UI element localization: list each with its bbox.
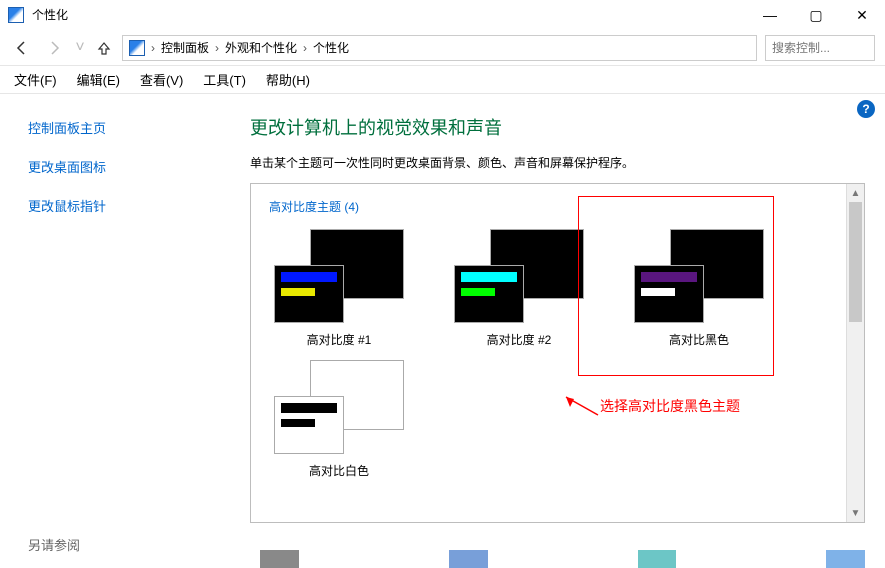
theme-preview — [454, 229, 584, 323]
chevron-right-icon: › — [151, 41, 155, 55]
themes-panel: 高对比度主题 (4) 高对比度 #1 高对 — [250, 183, 865, 523]
footer-icon — [826, 550, 865, 568]
breadcrumb-group[interactable]: 外观和个性化 — [225, 39, 297, 56]
theme-preview — [274, 360, 404, 454]
menu-help[interactable]: 帮助(H) — [266, 70, 310, 89]
sidebar-see-also: 另请参阅 — [28, 535, 230, 554]
breadcrumb-root[interactable]: 控制面板 — [161, 39, 209, 56]
breadcrumb-page[interactable]: 个性化 — [313, 39, 349, 56]
menu-file[interactable]: 文件(F) — [14, 70, 57, 89]
window-icon — [8, 7, 24, 23]
sidebar-mouse-pointer-link[interactable]: 更改鼠标指针 — [28, 196, 230, 215]
annotation-text: 选择高对比度黑色主题 — [600, 396, 740, 416]
theme-label: 高对比黑色 — [629, 331, 769, 348]
section-title: 高对比度主题 (4) — [269, 198, 828, 215]
chevron-right-icon: › — [215, 41, 219, 55]
up-button[interactable] — [94, 38, 114, 58]
scroll-up-icon[interactable]: ▲ — [847, 184, 864, 202]
scroll-down-icon[interactable]: ▼ — [847, 504, 864, 522]
page-description: 单击某个主题可一次性同时更改桌面背景、颜色、声音和屏幕保护程序。 — [250, 154, 865, 171]
footer-icon — [260, 550, 299, 568]
theme-hc-white[interactable]: 高对比白色 — [269, 360, 409, 479]
vertical-scrollbar[interactable]: ▲ ▼ — [846, 184, 864, 522]
menu-edit[interactable]: 编辑(E) — [77, 70, 120, 89]
chevron-right-icon: › — [303, 41, 307, 55]
address-icon — [129, 40, 145, 56]
theme-label: 高对比度 #1 — [269, 331, 409, 348]
theme-preview — [634, 229, 764, 323]
footer-category-icons — [260, 544, 865, 568]
footer-icon — [638, 550, 677, 568]
search-input[interactable] — [765, 35, 875, 61]
sidebar-home-link[interactable]: 控制面板主页 — [28, 118, 230, 137]
back-button[interactable] — [10, 36, 34, 60]
theme-hc1[interactable]: 高对比度 #1 — [269, 229, 409, 348]
sidebar-desktop-icons-link[interactable]: 更改桌面图标 — [28, 157, 230, 176]
menu-tools[interactable]: 工具(T) — [203, 70, 246, 89]
page-heading: 更改计算机上的视觉效果和声音 — [250, 114, 865, 140]
theme-hc2[interactable]: 高对比度 #2 — [449, 229, 589, 348]
minimize-button[interactable]: — — [747, 0, 793, 30]
maximize-button[interactable]: ▢ — [793, 0, 839, 30]
forward-button[interactable] — [42, 36, 66, 60]
menu-view[interactable]: 查看(V) — [140, 70, 183, 89]
footer-icon — [449, 550, 488, 568]
close-button[interactable]: ✕ — [839, 0, 885, 30]
recent-dropdown-icon[interactable]: ˅ — [74, 36, 86, 60]
menu-bar: 文件(F) 编辑(E) 查看(V) 工具(T) 帮助(H) — [0, 66, 885, 94]
theme-label: 高对比白色 — [269, 462, 409, 479]
theme-label: 高对比度 #2 — [449, 331, 589, 348]
theme-hc-black[interactable]: 高对比黑色 — [629, 229, 769, 348]
scroll-thumb[interactable] — [849, 202, 862, 322]
address-bar[interactable]: › 控制面板 › 外观和个性化 › 个性化 — [122, 35, 757, 61]
theme-preview — [274, 229, 404, 323]
window-title: 个性化 — [32, 6, 68, 23]
